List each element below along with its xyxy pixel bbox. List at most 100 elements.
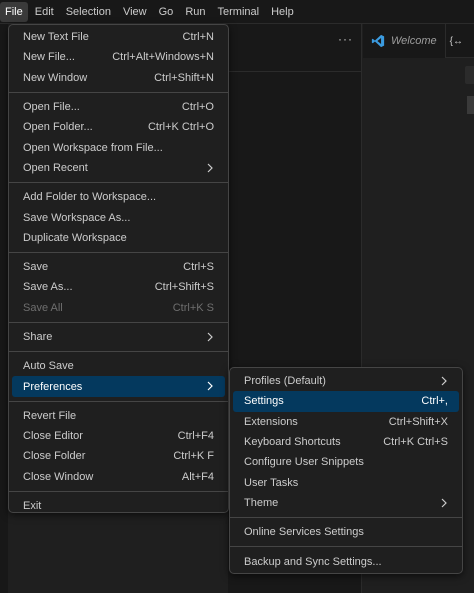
menu-item-save[interactable]: Save Ctrl+S: [12, 257, 225, 277]
menu-item-label: Open Folder...: [23, 121, 93, 134]
menu-item-label: Profiles (Default): [244, 375, 326, 388]
menu-separator: [230, 546, 462, 548]
menu-item-label: Theme: [244, 496, 279, 509]
menu-separator: [9, 91, 228, 93]
keyboard-shortcut: Ctrl+K S: [172, 301, 214, 314]
menu-item-label: Revert File: [23, 409, 77, 422]
menu-item-close-editor[interactable]: Close Editor Ctrl+F4: [12, 426, 225, 446]
more-actions-icon[interactable]: ···: [338, 32, 353, 46]
menu-item-label: Add Folder to Workspace...: [23, 191, 157, 204]
keyboard-shortcut: Alt+F4: [181, 470, 214, 483]
menu-go[interactable]: Go: [154, 2, 179, 22]
menu-item-settings[interactable]: Settings Ctrl+,: [233, 391, 459, 412]
menu-item-label: Settings: [244, 395, 284, 408]
menu-item-close-window[interactable]: Close Window Alt+F4: [12, 467, 225, 487]
menu-item-label: Backup and Sync Settings...: [244, 555, 382, 568]
menu-item-label: Online Services Settings: [244, 526, 364, 539]
keyboard-shortcut: Ctrl+Shift+S: [154, 281, 214, 294]
menu-separator: [9, 400, 228, 402]
menu-item-profiles-default[interactable]: Profiles (Default): [233, 371, 459, 391]
tab-welcome[interactable]: Welcome: [363, 24, 446, 58]
menu-item-open-recent[interactable]: Open Recent: [12, 158, 225, 178]
menu-item-new-file[interactable]: New File... Ctrl+Alt+Windows+N: [12, 47, 225, 67]
menu-item-label: Open Workspace from File...: [23, 141, 163, 154]
menu-item-new-window[interactable]: New Window Ctrl+Shift+N: [12, 68, 225, 88]
menu-item-label: Close Window: [23, 470, 94, 483]
menu-item-label: User Tasks: [244, 476, 299, 489]
chevron-right-icon: [207, 332, 213, 342]
menu-separator: [9, 321, 228, 323]
menu-selection[interactable]: Selection: [61, 2, 116, 22]
menu-run[interactable]: Run: [180, 2, 210, 22]
menu-item-label: Share: [23, 331, 53, 343]
editor-line: [467, 96, 474, 114]
keyboard-shortcut: Ctrl+K Ctrl+O: [147, 121, 214, 134]
menu-item-label: Save: [23, 261, 49, 274]
menu-item-share[interactable]: Share: [12, 327, 225, 347]
menu-item-add-folder-to-workspace[interactable]: Add Folder to Workspace...: [12, 187, 225, 207]
preferences-submenu: Profiles (Default) Settings Ctrl+, Extensio…: [229, 367, 463, 574]
chevron-right-icon: [441, 376, 447, 386]
menu-separator: [9, 351, 228, 353]
menu-item-configure-user-snippets[interactable]: Configure User Snippets: [233, 452, 459, 472]
keyboard-shortcut: Ctrl+S: [183, 261, 214, 274]
menu-item-label: Open File...: [23, 101, 80, 114]
menu-item-open-file[interactable]: Open File... Ctrl+O: [12, 97, 225, 117]
menu-item-keyboard-shortcuts[interactable]: Keyboard Shortcuts Ctrl+K Ctrl+S: [233, 432, 459, 452]
menu-item-label: New Text File: [23, 31, 89, 44]
menu-help[interactable]: Help: [266, 2, 299, 22]
menu-separator: [9, 182, 228, 184]
chevron-right-icon: [207, 382, 213, 391]
menu-item-label: Extensions: [244, 415, 298, 428]
menu-item-label: Open Recent: [23, 161, 88, 174]
menu-item-backup-and-sync-settings[interactable]: Backup and Sync Settings...: [233, 551, 459, 571]
menu-item-label: New Window: [23, 71, 88, 84]
keyboard-shortcut: Ctrl+K Ctrl+S: [383, 436, 448, 449]
menu-item-label: Configure User Snippets: [244, 456, 364, 469]
menu-item-revert-file[interactable]: Revert File: [12, 406, 225, 426]
menu-item-online-services-settings[interactable]: Online Services Settings: [233, 522, 459, 542]
menu-item-exit[interactable]: Exit: [12, 496, 225, 516]
editor-button[interactable]: [465, 66, 474, 84]
keyboard-shortcut: Ctrl+N: [182, 31, 214, 44]
menu-item-label: Save Workspace As...: [23, 211, 131, 224]
menu-bar: File Edit Selection View Go Run Terminal Help: [0, 0, 474, 24]
menu-item-save-as[interactable]: Save As... Ctrl+Shift+S: [12, 277, 225, 297]
menu-item-close-folder[interactable]: Close Folder Ctrl+K F: [12, 446, 225, 466]
menu-item-theme[interactable]: Theme: [233, 493, 459, 513]
panel-divider: [228, 71, 362, 72]
menu-item-duplicate-workspace[interactable]: Duplicate Workspace: [12, 228, 225, 248]
menu-terminal[interactable]: Terminal: [213, 2, 265, 22]
menu-item-save-all: Save All Ctrl+K S: [12, 298, 225, 318]
menu-item-label: Save All: [23, 301, 63, 314]
menu-file[interactable]: File: [0, 1, 28, 22]
menu-item-open-folder[interactable]: Open Folder... Ctrl+K Ctrl+O: [12, 117, 225, 137]
menu-view[interactable]: View: [118, 2, 152, 22]
menu-item-save-workspace-as[interactable]: Save Workspace As...: [12, 207, 225, 227]
tab-partial[interactable]: {↔: [446, 24, 463, 58]
menu-separator: [9, 251, 228, 253]
keyboard-shortcut: Ctrl+Shift+X: [388, 415, 448, 428]
menu-item-label: New File...: [23, 51, 75, 64]
keyboard-shortcut: Ctrl+K F: [173, 450, 214, 463]
activity-bar: [0, 24, 8, 593]
menu-edit[interactable]: Edit: [30, 2, 59, 22]
keyboard-shortcut: Ctrl+Alt+Windows+N: [112, 51, 214, 64]
menu-item-label: Keyboard Shortcuts: [244, 436, 341, 449]
menu-item-preferences[interactable]: Preferences: [12, 376, 225, 397]
chevron-right-icon: [441, 498, 447, 508]
keyboard-shortcut: Ctrl+F4: [177, 430, 214, 443]
menu-item-user-tasks[interactable]: User Tasks: [233, 472, 459, 492]
tab-label: Welcome: [391, 35, 437, 47]
menu-item-label: Close Folder: [23, 450, 86, 463]
menu-separator: [9, 490, 228, 492]
vscode-logo-icon: [371, 34, 385, 48]
menu-item-new-text-file[interactable]: New Text File Ctrl+N: [12, 27, 225, 47]
keyboard-shortcut: Ctrl+O: [181, 101, 214, 114]
menu-item-label: Exit: [23, 500, 42, 513]
menu-item-extensions[interactable]: Extensions Ctrl+Shift+X: [233, 412, 459, 432]
menu-separator: [230, 517, 462, 519]
editor-tabs: Welcome {↔: [363, 24, 474, 58]
menu-item-open-workspace-from-file[interactable]: Open Workspace from File...: [12, 137, 225, 157]
menu-item-auto-save[interactable]: Auto Save: [12, 356, 225, 376]
